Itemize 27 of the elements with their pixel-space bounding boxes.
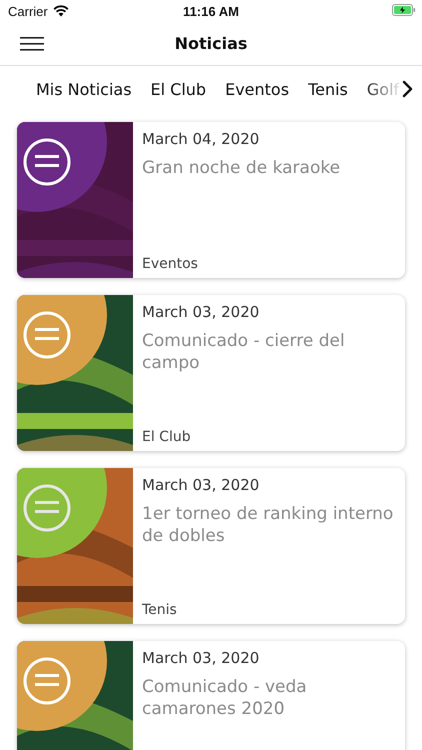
news-date: March 03, 2020 [142, 303, 260, 321]
news-category: El Club [142, 429, 192, 445]
status-time: 11:16 AM [183, 4, 239, 18]
news-title: 1er torneo de ranking interno de dobles [142, 503, 394, 547]
category-tab[interactable]: Golf [366, 80, 400, 98]
category-tab[interactable]: Tenis [308, 80, 348, 98]
news-date: March 03, 2020 [142, 649, 260, 667]
news-category: Eventos [142, 256, 199, 272]
chevron-right-icon[interactable] [402, 80, 413, 98]
category-tab[interactable]: El Club [150, 80, 206, 98]
category-tab[interactable]: Eventos [225, 80, 290, 98]
wifi-icon [52, 5, 69, 17]
news-card[interactable]: March 03, 2020 Comunicado - veda camarones 2020 [17, 641, 405, 750]
news-title: Comunicado - cierre del campo [142, 330, 346, 374]
category-tab[interactable]: Mis Noticias [36, 80, 132, 98]
menu-icon[interactable] [20, 37, 44, 51]
news-title: Gran noche de karaoke [142, 157, 342, 179]
news-category: Tenis [142, 602, 178, 618]
news-title: Comunicado - veda camarones 2020 [142, 676, 308, 720]
battery-icon [392, 4, 416, 16]
nav-title: Noticias [174, 34, 248, 53]
news-date: March 03, 2020 [142, 476, 260, 494]
carrier-label: Carrier [8, 4, 48, 18]
news-date: March 04, 2020 [142, 130, 260, 148]
news-card[interactable]: March 04, 2020 Gran noche de karaoke Eventos [17, 122, 405, 278]
news-card[interactable]: March 03, 2020 Comunicado - cierre del campo El Club [17, 295, 405, 451]
news-card[interactable]: March 03, 2020 1er torneo de ranking interno de dobles Tenis [17, 468, 405, 624]
